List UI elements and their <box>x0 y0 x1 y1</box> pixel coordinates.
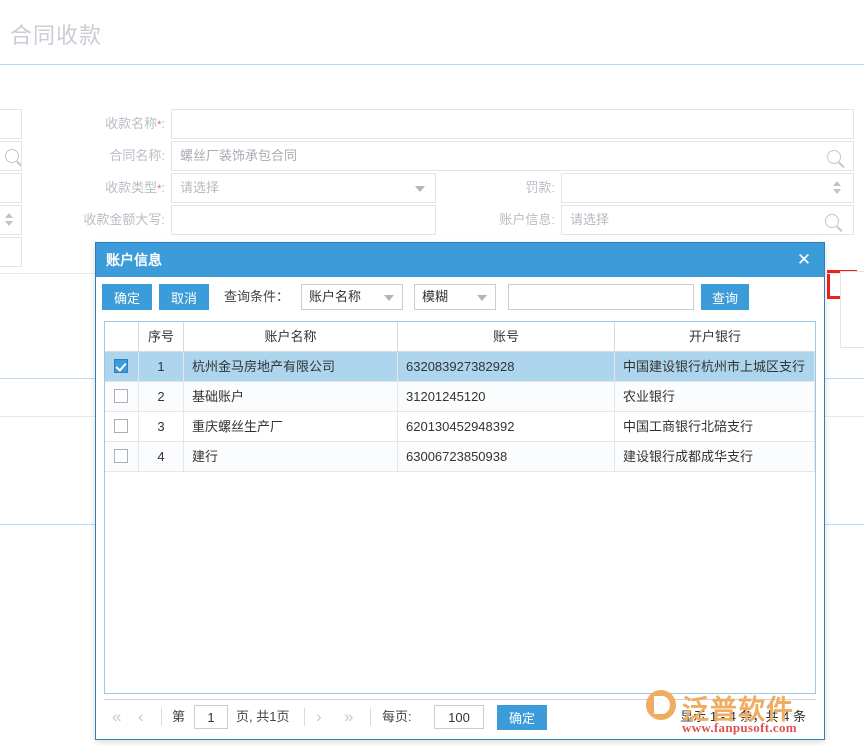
query-condition-label: 查询条件： <box>224 284 289 310</box>
cell-account: 632083927382928 <box>398 352 615 381</box>
per-page-label: 每页: <box>382 700 412 734</box>
query-match-select[interactable]: 模糊 <box>414 284 496 310</box>
last-page-icon[interactable]: » <box>344 700 353 734</box>
confirm-button[interactable]: 确定 <box>102 284 152 310</box>
chevron-down-icon[interactable] <box>384 295 394 301</box>
cancel-button[interactable]: 取消 <box>159 284 209 310</box>
row-checkbox[interactable] <box>114 389 128 403</box>
spinner-updown-icon[interactable] <box>3 213 15 226</box>
pager-divider-3 <box>370 708 371 726</box>
account-info-placeholder: 请选择 <box>570 212 609 227</box>
cell-account: 620130452948392 <box>398 412 615 441</box>
next-page-icon[interactable]: › <box>316 700 322 734</box>
cell-account: 31201245120 <box>398 382 615 411</box>
prev-page-icon[interactable]: ‹ <box>138 700 144 734</box>
cell-index: 4 <box>139 442 184 471</box>
dialog-title: 账户信息 <box>106 252 162 268</box>
account-grid: 序号 账户名称 账号 开户银行 1杭州金马房地产有限公司632083927382… <box>104 321 816 694</box>
page-number-input[interactable] <box>194 705 228 729</box>
row-checkbox[interactable] <box>114 359 128 373</box>
page-suffix-label: 页, 共1页 <box>236 700 289 734</box>
col-header-index[interactable]: 序号 <box>139 322 184 351</box>
clipped-field-5[interactable] <box>0 237 22 267</box>
clipped-field-4[interactable] <box>0 205 22 235</box>
row-checkbox-cell <box>105 442 139 471</box>
row-checkbox-cell <box>105 412 139 441</box>
cell-name: 重庆螺丝生产厂 <box>184 412 398 441</box>
cell-name: 杭州金马房地产有限公司 <box>184 352 398 381</box>
table-row[interactable]: 3重庆螺丝生产厂620130452948392中国工商银行北碚支行 <box>105 412 815 442</box>
row-checkbox[interactable] <box>114 449 128 463</box>
input-receipt-name[interactable] <box>171 109 854 139</box>
input-amount-words[interactable] <box>171 205 436 235</box>
clipped-field-3[interactable] <box>0 173 22 203</box>
col-header-account[interactable]: 账号 <box>398 322 615 351</box>
label-account-info: 账户信息: <box>430 205 555 235</box>
pager-confirm-button[interactable]: 确定 <box>497 705 547 730</box>
label-amount-words: 收款金额大写: <box>40 205 165 235</box>
cell-name: 基础账户 <box>184 382 398 411</box>
cell-account: 63006723850938 <box>398 442 615 471</box>
cell-index: 2 <box>139 382 184 411</box>
search-button[interactable]: 查询 <box>701 284 749 310</box>
query-keyword-input[interactable] <box>508 284 694 310</box>
query-field-select[interactable]: 账户名称 <box>301 284 403 310</box>
cell-bank: 中国工商银行北碚支行 <box>615 412 815 441</box>
dialog-header: 账户信息 ✕ <box>96 243 824 277</box>
row-checkbox-cell <box>105 382 139 411</box>
cell-index: 3 <box>139 412 184 441</box>
dialog-toolbar: 确定 取消 查询条件： 账户名称 模糊 查询 <box>96 277 824 317</box>
page-title: 合同收款 <box>10 18 102 50</box>
search-icon[interactable] <box>827 150 841 164</box>
query-match-value: 模糊 <box>422 289 448 304</box>
input-penalty[interactable] <box>561 173 854 203</box>
pagination-bar: « ‹ 第 页, 共1页 › » 每页: 确定 显示 1 - 4 条，共 4 条 <box>104 699 816 733</box>
account-info-dialog: 账户信息 ✕ 确定 取消 查询条件： 账户名称 模糊 查询 序号 账户名称 <box>95 242 825 740</box>
per-page-input[interactable] <box>434 705 484 729</box>
clipped-field-1[interactable] <box>0 109 22 139</box>
app-root: 合同收款 收款名称*: 合同名称: 螺丝厂装饰承包合同 收款类型*: 请选择 罚… <box>0 0 864 746</box>
grid-body: 1杭州金马房地产有限公司632083927382928中国建设银行杭州市上城区支… <box>105 352 815 472</box>
label-receipt-name: 收款名称*: <box>40 109 165 140</box>
label-contract-name: 合同名称: <box>40 141 165 171</box>
chevron-down-icon[interactable] <box>415 186 425 192</box>
pager-divider-1 <box>161 708 162 726</box>
cell-index: 1 <box>139 352 184 381</box>
page-prefix-label: 第 <box>172 700 185 734</box>
cell-name: 建行 <box>184 442 398 471</box>
row-checkbox-cell <box>105 352 139 381</box>
cell-bank: 中国建设银行杭州市上城区支行 <box>615 352 815 381</box>
table-row[interactable]: 4建行63006723850938建设银行成都成华支行 <box>105 442 815 472</box>
label-receipt-type: 收款类型*: <box>40 173 165 204</box>
col-header-bank[interactable]: 开户银行 <box>615 322 815 351</box>
spinner-updown-icon[interactable] <box>831 181 843 194</box>
cell-bank: 农业银行 <box>615 382 815 411</box>
label-penalty: 罚款: <box>430 173 555 203</box>
bg-panel-right <box>840 271 864 348</box>
select-receipt-type[interactable]: 请选择 <box>171 173 436 203</box>
search-icon[interactable] <box>825 214 839 228</box>
col-header-select <box>105 322 139 351</box>
contract-name-value: 螺丝厂装饰承包合同 <box>180 148 297 163</box>
query-field-value: 账户名称 <box>309 289 361 304</box>
row-checkbox[interactable] <box>114 419 128 433</box>
table-row[interactable]: 1杭州金马房地产有限公司632083927382928中国建设银行杭州市上城区支… <box>105 352 815 382</box>
pager-divider-2 <box>304 708 305 726</box>
clipped-field-2[interactable] <box>0 141 22 171</box>
chevron-down-icon[interactable] <box>477 295 487 301</box>
input-contract-name[interactable]: 螺丝厂装饰承包合同 <box>171 141 854 171</box>
first-page-icon[interactable]: « <box>112 700 121 734</box>
grid-header-row: 序号 账户名称 账号 开户银行 <box>105 322 815 352</box>
col-header-name[interactable]: 账户名称 <box>184 322 398 351</box>
cell-bank: 建设银行成都成华支行 <box>615 442 815 471</box>
close-icon[interactable]: ✕ <box>794 243 814 277</box>
input-account-info[interactable]: 请选择 <box>561 205 854 235</box>
record-summary: 显示 1 - 4 条，共 4 条 <box>680 700 806 734</box>
table-row[interactable]: 2基础账户31201245120农业银行 <box>105 382 815 412</box>
search-icon[interactable] <box>5 149 19 163</box>
receipt-type-placeholder: 请选择 <box>180 180 219 195</box>
